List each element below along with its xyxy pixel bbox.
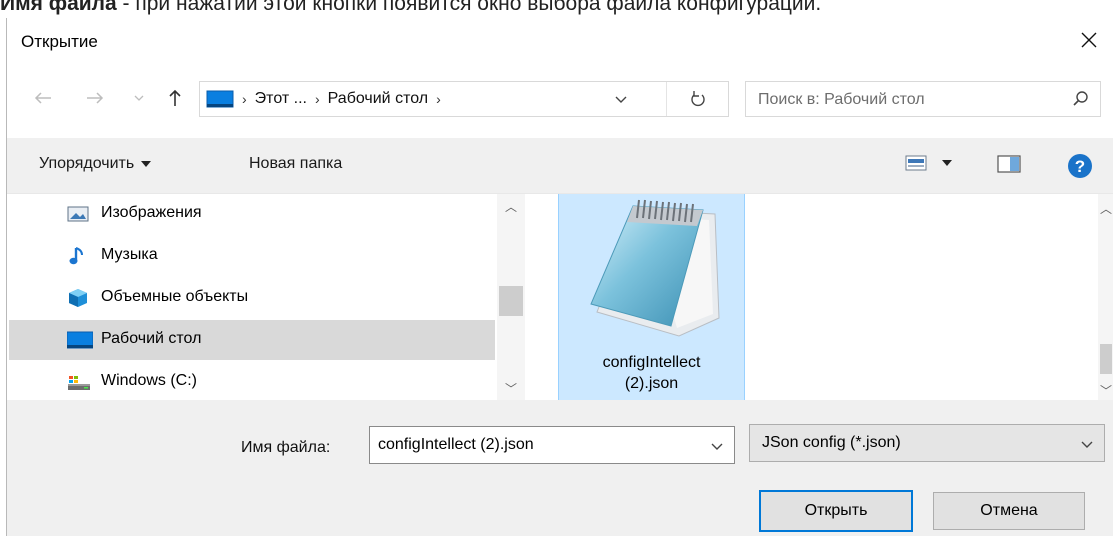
chevron-down-icon [711,443,723,450]
command-bar: Упорядочить Новая папка ? [7,138,1113,194]
scroll-up-icon[interactable]: ︿ [505,198,517,215]
scroll-down-icon[interactable]: ﹀ [505,380,517,397]
3d-objects-icon [67,288,89,308]
refresh-button[interactable] [666,82,728,116]
help-icon: ? [1068,154,1092,178]
window-title: Открытие [21,32,98,51]
nav-item-pictures[interactable]: Изображения [9,194,495,234]
file-type-dropdown[interactable] [1080,437,1094,455]
filename-input[interactable]: configIntellect (2).json [369,426,735,464]
back-button[interactable] [31,86,55,110]
svg-text:?: ? [1075,157,1085,176]
nav-item-desktop[interactable]: Рабочий стол [9,320,495,360]
file-scrollbar[interactable]: ︿ ﹀ [1098,194,1113,400]
title-bar: Открытие [7,18,1113,64]
breadcrumb-separator: › [242,91,247,107]
scroll-down-icon[interactable]: ﹀ [1100,382,1112,399]
file-type-value: JSon config (*.json) [762,434,901,451]
new-folder-button[interactable]: Новая папка [249,155,342,173]
file-item[interactable]: configIntellect (2).json [558,194,745,400]
caption-text: - при нажатии этой кнопки появится окно … [116,0,822,15]
chevron-down-icon [134,95,144,101]
file-name: configIntellect (2).json [559,352,744,394]
caption-bold: Имя файла [0,0,117,15]
nav-scrollbar[interactable]: ︿ ﹀ [497,194,525,400]
nav-item-music[interactable]: Музыка [9,236,495,276]
file-type-select[interactable]: JSon config (*.json) [749,424,1105,462]
scrollbar-thumb[interactable] [499,286,523,316]
breadcrumb-separator: › [436,91,441,107]
arrow-up-icon [169,89,181,106]
cancel-button[interactable]: Отмена [933,492,1085,530]
nav-item-3d-objects[interactable]: Объемные объекты [9,278,495,318]
refresh-icon [690,91,705,107]
scroll-up-icon[interactable]: ︿ [1100,200,1112,217]
nav-item-label: Windows (C:) [101,372,198,389]
drive-icon [67,372,90,392]
scrollbar-thumb[interactable] [1100,344,1112,374]
chevron-down-icon [615,96,627,103]
file-name-line: (2).json [624,375,679,392]
navigation-pane: Изображения Музыка Объемные объекты Рабо… [7,194,525,400]
pictures-icon [67,204,89,224]
up-button[interactable] [163,86,187,110]
help-button[interactable]: ? [1067,153,1093,184]
open-file-dialog: Открытие › Этот ... › Рабочий стол › Пои… [6,18,1113,536]
address-bar[interactable]: › Этот ... › Рабочий стол › [199,81,729,117]
breadcrumb-separator: › [314,91,320,107]
caret-down-icon [141,161,152,167]
chevron-down-icon [1081,441,1093,448]
dialog-footer: Имя файла: configIntellect (2).json JSon… [7,400,1113,536]
file-list: configIntellect (2).json ︿ ﹀ [525,194,1113,400]
organize-button[interactable]: Упорядочить [39,155,152,173]
filename-history-dropdown[interactable] [710,439,724,457]
close-button[interactable] [1073,24,1105,56]
nav-item-label: Рабочий стол [101,330,202,347]
music-icon [67,246,89,266]
desktop-icon [66,330,94,350]
nav-item-label: Музыка [101,246,158,263]
close-icon [1081,32,1097,48]
view-icon [905,155,927,171]
preview-pane-button[interactable] [997,154,1021,179]
filename-value: configIntellect (2).json [378,436,534,453]
arrow-right-icon [87,92,104,104]
search-input[interactable]: Поиск в: Рабочий стол [745,81,1101,117]
file-name-line: configIntellect [602,354,701,371]
nav-item-label: Объемные объекты [101,288,249,305]
change-view-button[interactable] [905,154,953,172]
address-history-dropdown[interactable] [614,92,628,110]
nav-item-label: Изображения [101,204,202,221]
search-placeholder: Поиск в: Рабочий стол [758,91,925,108]
breadcrumb-desktop[interactable]: Рабочий стол [328,90,428,108]
caret-down-icon [942,160,952,166]
breadcrumb-this-pc[interactable]: Этот ... [255,90,307,108]
arrow-left-icon [34,92,51,104]
breadcrumb: › Этот ... › Рабочий стол › [242,90,441,108]
filename-label: Имя файла: [241,439,331,456]
recent-locations-button[interactable] [127,86,151,110]
desktop-icon [206,90,234,115]
notepad-icon [575,194,731,349]
address-row: › Этот ... › Рабочий стол › Поиск в: Раб… [7,76,1113,122]
forward-button[interactable] [83,86,107,110]
search-icon[interactable] [1072,90,1090,113]
nav-item-windows-c[interactable]: Windows (C:) [9,362,495,400]
organize-label: Упорядочить [39,155,135,172]
page-caption: Имя файла - при нажатии этой кнопки появ… [0,0,1113,18]
open-button[interactable]: Открыть [759,490,913,532]
preview-pane-icon [997,155,1021,173]
